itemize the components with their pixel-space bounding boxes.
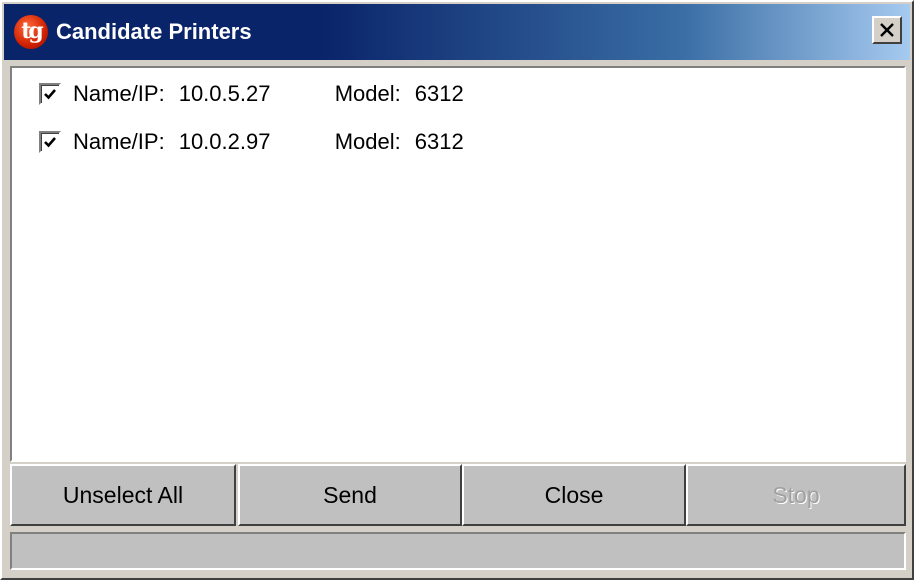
stop-button: Stop (686, 464, 906, 526)
close-window-button[interactable] (872, 16, 902, 44)
checkmark-icon (44, 137, 56, 148)
printer-row[interactable]: Name/IP: 10.0.2.97 Model: 6312 (39, 127, 464, 157)
checkmark-icon (44, 89, 56, 100)
printer-list[interactable]: Name/IP: 10.0.5.27 Model: 6312 Name/IP: … (10, 66, 906, 462)
unselect-all-button[interactable]: Unselect All (10, 464, 236, 526)
name-ip-label: Name/IP: (73, 81, 165, 106)
model-label: Model: (334, 129, 401, 154)
printer-row[interactable]: Name/IP: 10.0.5.27 Model: 6312 (39, 79, 464, 109)
model-label: Model: (334, 81, 401, 106)
title-bar[interactable]: tg Candidate Printers (4, 4, 910, 60)
model-value: 6312 (414, 81, 464, 106)
tg-app-icon: tg (14, 15, 48, 49)
name-ip-value: 10.0.5.27 (178, 81, 271, 106)
name-ip-label: Name/IP: (73, 129, 165, 154)
model-value: 6312 (414, 129, 464, 154)
close-button[interactable]: Close (462, 464, 686, 526)
app-icon-text: tg (21, 17, 43, 44)
status-bar (10, 532, 906, 570)
window-title: Candidate Printers (56, 19, 252, 44)
button-bar: Unselect All Send Close Stop (10, 464, 906, 526)
send-button[interactable]: Send (238, 464, 462, 526)
candidate-printers-window: tg Candidate Printers Name/IP: 10.0.5.27… (0, 0, 914, 580)
close-icon (880, 23, 894, 37)
printer-checkbox[interactable] (39, 83, 61, 105)
name-ip-value: 10.0.2.97 (178, 129, 271, 154)
printer-checkbox[interactable] (39, 131, 61, 153)
